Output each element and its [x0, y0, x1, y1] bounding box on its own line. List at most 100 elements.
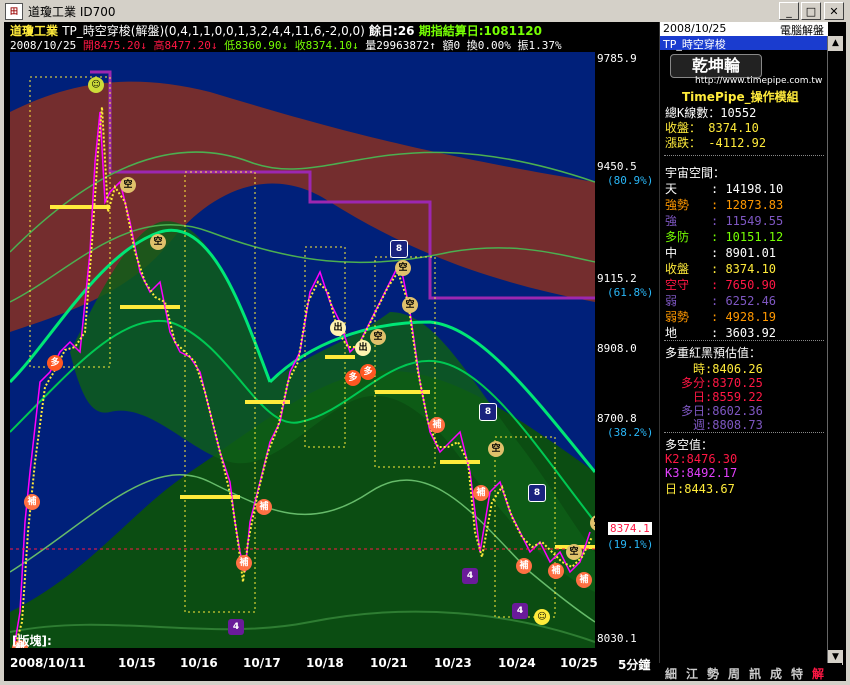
short-signal-icon[interactable]: 空: [120, 177, 136, 193]
short-signal-icon[interactable]: 空: [150, 234, 166, 250]
short-signal-icon[interactable]: 空: [395, 260, 411, 276]
time-label: 10/23: [434, 656, 472, 670]
open-price: 開8475.20: [82, 39, 141, 52]
axis-percent: (61.8%): [607, 286, 654, 299]
level-row: 弱勢: 4928.19: [665, 310, 777, 324]
chart-client-area: 道瓊工業 TP_時空穿梭(解盤)(0,4,1,1,0,0,1,3,2,4,4,1…: [4, 22, 846, 681]
time-label: 10/21: [370, 656, 408, 670]
time-axis: 2008/10/11 10/15 10/16 10/17 10/18 10/21…: [10, 654, 659, 672]
time-label: 2008/10/11: [10, 656, 86, 670]
section-title: 宇宙空間：: [665, 166, 726, 180]
volume: 量29963872: [365, 39, 430, 52]
fill-signal-icon[interactable]: 補: [576, 572, 592, 588]
sector-label: [版塊]:: [12, 634, 52, 648]
four-signal-icon[interactable]: 4: [462, 568, 478, 584]
time-label: 10/25: [560, 656, 598, 670]
stat-row: 漲跌： -4112.92: [665, 136, 767, 150]
fill-signal-icon[interactable]: 補: [548, 563, 564, 579]
time-label: 10/15: [118, 656, 156, 670]
level-row: 弱: 6252.46: [665, 294, 777, 308]
indicator-formula: TP_時空穿梭(解盤)(0,4,1,1,0,0,1,3,2,4,4,11,6,-…: [62, 24, 365, 38]
price-chart[interactable]: ☺ ☺ 多 多 多 空 空 空 空 空 空 空 空 出 出 8 8 8 4 4 …: [10, 52, 595, 648]
time-label: 10/24: [498, 656, 536, 670]
amplitude: 振1.37%: [517, 39, 562, 52]
eight-signal-icon[interactable]: 8: [390, 240, 408, 258]
time-label: 10/16: [180, 656, 218, 670]
long-short-row: K2:8476.30: [665, 452, 738, 466]
long-signal-icon[interactable]: 多: [345, 370, 361, 386]
eight-signal-icon[interactable]: 8: [479, 403, 497, 421]
axis-percent: (80.9%): [607, 174, 654, 187]
short-signal-icon[interactable]: 空: [370, 329, 386, 345]
panel-subtitle: TP_時空穿梭: [663, 38, 726, 51]
long-short-row: K3:8492.17: [665, 466, 738, 480]
exit-signal-icon[interactable]: 出: [355, 340, 371, 356]
smile-signal-icon[interactable]: ☺: [88, 77, 104, 93]
section-title: 多空值：: [665, 438, 714, 452]
app-icon[interactable]: 田: [5, 3, 23, 20]
divider: [664, 432, 824, 433]
exit-signal-icon[interactable]: 出: [330, 320, 346, 336]
brand-logo: 乾坤輪: [670, 54, 762, 78]
axis-tick: 8030.1: [597, 632, 637, 645]
estimate-row: 週:8808.73: [692, 418, 763, 432]
remaining-days: 餘日:26: [369, 24, 415, 38]
short-signal-icon[interactable]: 空: [566, 544, 582, 560]
quote-date: 2008/10/25: [10, 39, 77, 52]
level-row: 多防: 10151.12: [665, 230, 784, 244]
level-row: 地: 3603.92: [665, 326, 777, 340]
short-signal-icon[interactable]: 空: [488, 441, 504, 457]
four-signal-icon[interactable]: 4: [512, 603, 528, 619]
divider: [664, 155, 824, 156]
high-price: 高8477.20: [153, 39, 211, 52]
four-signal-icon[interactable]: 4: [228, 619, 244, 635]
close-price: 收8374.10: [294, 39, 353, 52]
level-row: 天: 14198.10: [665, 182, 784, 196]
panel-tab[interactable]: 特: [791, 665, 803, 682]
brand-url[interactable]: http://www.timepipe.com.tw: [695, 76, 822, 86]
price-axis: 9785.9 9450.5 (80.9%) 9115.2 (61.8%) 890…: [595, 52, 659, 648]
panel-tab[interactable]: 訊: [749, 665, 761, 682]
app-window: 田 道瓊工業 ID700 _ □ ✕ 道瓊工業 TP_時空穿梭(解盤)(0,4,…: [0, 0, 850, 685]
chart-canvas: [10, 70, 595, 648]
close-button[interactable]: ✕: [824, 2, 844, 20]
level-row: 強: 11549.55: [665, 214, 784, 228]
fill-signal-icon[interactable]: 補: [24, 494, 40, 510]
panel-tab[interactable]: 成: [770, 665, 782, 682]
indicator-header: 道瓊工業 TP_時空穿梭(解盤)(0,4,1,1,0,0,1,3,2,4,4,1…: [10, 22, 542, 38]
period-label[interactable]: 5分鐘: [618, 656, 650, 673]
fill-signal-icon[interactable]: 補: [473, 485, 489, 501]
level-row: 收盤: 8374.10: [665, 262, 777, 276]
expiry-date: 期指結算日:1081120: [418, 24, 542, 38]
fill-signal-icon[interactable]: 補: [516, 558, 532, 574]
axis-percent: (19.1%): [607, 538, 654, 551]
panel-tab[interactable]: 周: [728, 665, 740, 682]
short-signal-icon[interactable]: 空: [402, 297, 418, 313]
panel-tab[interactable]: 江: [686, 665, 698, 682]
axis-percent: (38.2%): [607, 426, 654, 439]
minimize-button[interactable]: _: [779, 2, 799, 20]
panel-date: 2008/10/25: [663, 22, 727, 35]
fill-signal-icon[interactable]: 補: [256, 499, 272, 515]
long-signal-icon[interactable]: 多: [360, 364, 376, 380]
panel-tab[interactable]: 勢: [707, 665, 719, 682]
panel-subtitle-bar: TP_時空穿梭: [660, 36, 828, 51]
eight-signal-icon[interactable]: 8: [528, 484, 546, 502]
window-title: 道瓊工業 ID700: [28, 5, 116, 19]
smile-signal-icon[interactable]: ☺: [534, 609, 550, 625]
level-row: 中: 8901.01: [665, 246, 777, 260]
panel-tab[interactable]: 細: [665, 665, 677, 682]
amount: 額0: [442, 39, 461, 52]
maximize-button[interactable]: □: [801, 2, 821, 20]
axis-tick: 8700.8: [597, 412, 637, 425]
title-bar[interactable]: 田 道瓊工業 ID700 _ □ ✕: [0, 0, 850, 22]
long-signal-icon[interactable]: 多: [47, 355, 63, 371]
panel-scrollbar[interactable]: ▲ ▼: [827, 36, 843, 665]
axis-tick: 8908.0: [597, 342, 637, 355]
scroll-up-icon[interactable]: ▲: [828, 36, 843, 51]
fill-signal-icon[interactable]: 補: [429, 417, 445, 433]
low-price: 低8360.90: [224, 39, 282, 52]
panel-tab[interactable]: 解: [812, 665, 824, 682]
fill-signal-icon[interactable]: 補: [236, 555, 252, 571]
divider: [664, 340, 824, 341]
